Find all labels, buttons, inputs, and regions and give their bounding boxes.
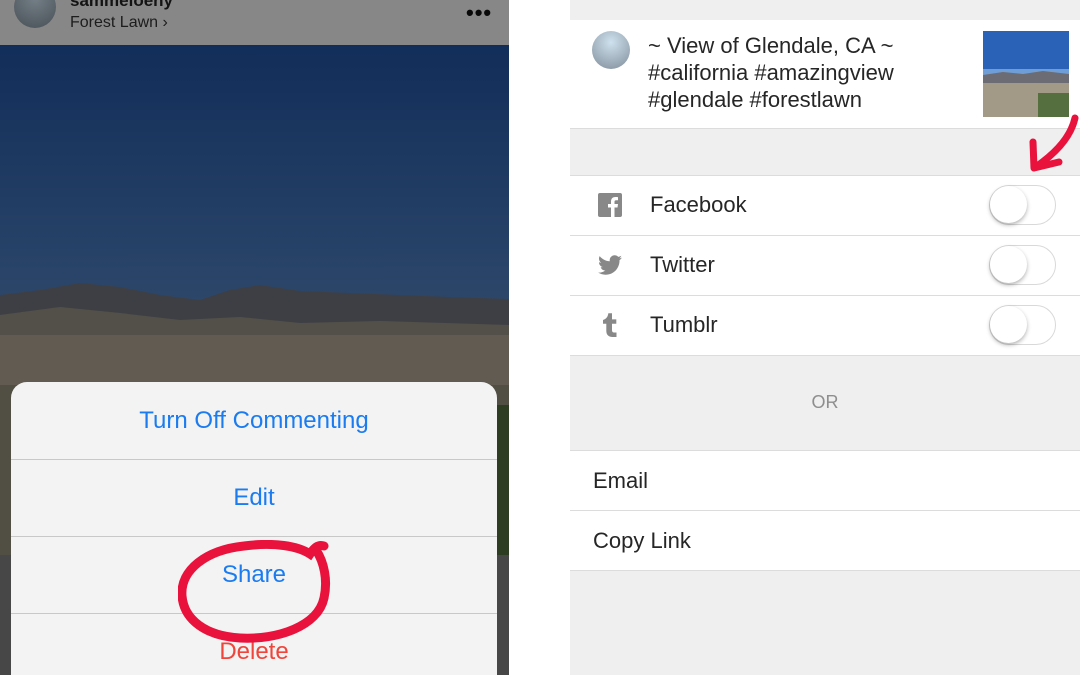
share-label: Tumblr xyxy=(650,312,718,337)
copy-link-label: Copy Link xyxy=(593,528,691,553)
email-label: Email xyxy=(593,468,649,493)
or-separator: OR xyxy=(811,392,839,412)
facebook-icon xyxy=(598,193,622,217)
caption-row: ~ View of Glendale, CA ~ #california #am… xyxy=(570,20,1080,129)
toggle-knob xyxy=(990,186,1027,223)
caption-text[interactable]: ~ View of Glendale, CA ~ #california #am… xyxy=(648,32,948,113)
pane-divider xyxy=(509,0,570,675)
caption-line: ~ View of Glendale, CA ~ xyxy=(648,33,894,58)
turn-off-commenting-button[interactable]: Turn Off Commenting xyxy=(11,382,497,460)
top-strip xyxy=(570,0,1080,20)
tumblr-icon xyxy=(603,313,617,337)
arrow-annotation xyxy=(1029,114,1079,172)
post-view-pane: sammeloeny Forest Lawn › ••• Turn Off Co… xyxy=(0,0,509,675)
twitter-icon xyxy=(598,255,622,275)
user-avatar xyxy=(592,31,630,69)
email-row[interactable]: Email xyxy=(570,451,1080,511)
highlight-circle-annotation xyxy=(178,540,331,643)
share-label: Twitter xyxy=(650,252,715,277)
edit-button[interactable]: Edit xyxy=(11,459,497,537)
photo-thumbnail xyxy=(983,31,1069,117)
tumblr-toggle[interactable] xyxy=(989,305,1056,345)
share-label: Facebook xyxy=(650,192,747,217)
share-row-facebook: Facebook xyxy=(570,176,1080,236)
share-row-twitter: Twitter xyxy=(570,236,1080,296)
twitter-toggle[interactable] xyxy=(989,245,1056,285)
toggle-knob xyxy=(990,306,1027,343)
caption-line: #california #amazingview xyxy=(648,60,894,85)
toggle-knob xyxy=(990,246,1027,283)
copy-link-row[interactable]: Copy Link xyxy=(570,511,1080,571)
share-row-tumblr: Tumblr xyxy=(570,296,1080,356)
facebook-toggle[interactable] xyxy=(989,185,1056,225)
share-screen: ~ View of Glendale, CA ~ #california #am… xyxy=(570,0,1080,675)
caption-line: #glendale #forestlawn xyxy=(648,87,863,112)
